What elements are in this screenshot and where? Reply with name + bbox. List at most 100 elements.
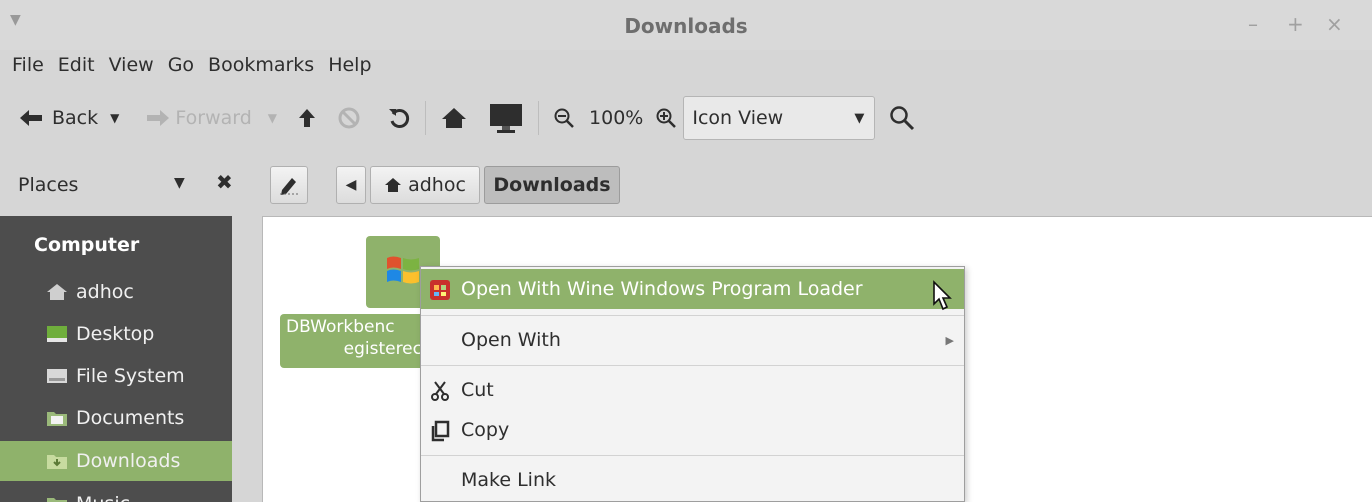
- search-icon: [890, 106, 915, 131]
- zoom-out-icon: [554, 108, 574, 128]
- sidebar: Computer adhoc Desktop File System Docum…: [0, 216, 232, 502]
- submenu-arrow-icon: ▶: [945, 333, 954, 347]
- drive-icon: [47, 369, 67, 383]
- menu-help[interactable]: Help: [328, 54, 371, 76]
- breadcrumb-label: Downloads: [493, 174, 611, 196]
- context-menu: Open With Wine Windows Program Loader Op…: [420, 266, 965, 502]
- menu-separator: [421, 455, 964, 456]
- stop-button[interactable]: [337, 106, 361, 130]
- sidebar-item-music[interactable]: Music: [0, 484, 232, 502]
- chevron-down-icon: ▼: [854, 110, 865, 126]
- menu-item-label: Open With: [461, 329, 561, 351]
- scissors-icon: [431, 381, 449, 401]
- toolbar: Back ▼ Forward ▼ 100% Icon View ▼: [0, 88, 1372, 148]
- maximize-button[interactable]: +: [1287, 12, 1304, 36]
- back-history-dropdown[interactable]: ▼: [110, 111, 119, 125]
- forward-label: Forward: [175, 107, 252, 129]
- computer-button[interactable]: [488, 102, 524, 134]
- close-sidebar-icon[interactable]: ✖: [216, 170, 233, 194]
- windows-executable-icon: [387, 256, 419, 284]
- folder-download-icon: [47, 455, 67, 469]
- sidebar-item-desktop[interactable]: Desktop: [0, 314, 232, 354]
- menu-separator: [421, 315, 964, 316]
- pane-divider[interactable]: [232, 216, 262, 502]
- menu-item-label: Open With Wine Windows Program Loader: [461, 278, 863, 300]
- menu-item-label: Make Link: [461, 469, 556, 491]
- menu-make-link[interactable]: Make Link: [421, 460, 964, 500]
- file-name-line: egisterec: [343, 339, 422, 359]
- home-icon: [442, 108, 467, 128]
- menu-bar: File Edit View Go Bookmarks Help: [0, 48, 386, 82]
- sidebar-item-label: Music: [76, 493, 130, 502]
- menu-go[interactable]: Go: [168, 54, 194, 76]
- forward-button[interactable]: Forward: [145, 107, 252, 129]
- toolbar-separator: [425, 101, 427, 135]
- reload-button[interactable]: [387, 106, 411, 130]
- sidebar-item-documents[interactable]: Documents: [0, 398, 232, 438]
- sidebar-item-file-system[interactable]: File System: [0, 356, 232, 396]
- sidebar-mode-label[interactable]: Places: [18, 174, 78, 196]
- zoom-out-button[interactable]: [553, 107, 575, 129]
- zoom-level: 100%: [589, 107, 644, 129]
- home-icon: [385, 178, 402, 192]
- back-arrow-icon: [20, 110, 42, 126]
- zoom-in-icon: [656, 108, 677, 128]
- forward-history-dropdown[interactable]: ▼: [268, 111, 277, 125]
- file-name-line: DBWorkbenc: [286, 317, 395, 337]
- sidebar-item-label: File System: [76, 365, 185, 387]
- sidebar-item-adhoc[interactable]: adhoc: [0, 272, 232, 312]
- copy-icon: [431, 420, 450, 442]
- folder-icon: [47, 412, 67, 426]
- back-button[interactable]: Back: [18, 107, 98, 129]
- mouse-pointer-icon: [933, 280, 952, 311]
- menu-open-with-wine[interactable]: Open With Wine Windows Program Loader: [421, 269, 964, 309]
- chevron-left-icon: ◀: [345, 177, 357, 193]
- folder-music-icon: [47, 498, 67, 502]
- breadcrumb-adhoc[interactable]: adhoc: [370, 166, 480, 204]
- monitor-icon: [490, 104, 523, 133]
- file-name-label[interactable]: DBWorkbenc egisterec: [280, 314, 430, 368]
- minimize-button[interactable]: –: [1248, 12, 1258, 36]
- sidebar-item-label: Desktop: [76, 323, 155, 345]
- view-mode-select[interactable]: Icon View ▼: [683, 96, 876, 140]
- sidebar-heading: Computer: [34, 234, 140, 256]
- menu-copy[interactable]: Copy: [421, 410, 964, 450]
- toolbar-separator: [538, 101, 540, 135]
- menu-cut[interactable]: Cut: [421, 370, 964, 410]
- menu-separator: [421, 365, 964, 366]
- menu-bookmarks[interactable]: Bookmarks: [208, 54, 314, 76]
- wine-icon: [430, 280, 450, 300]
- menu-edit[interactable]: Edit: [58, 54, 95, 76]
- sidebar-item-label: adhoc: [76, 281, 134, 303]
- view-mode-value: Icon View: [692, 107, 784, 129]
- window-title: Downloads: [624, 14, 748, 38]
- toggle-location-entry-button[interactable]: [270, 166, 308, 204]
- desktop-icon: [47, 326, 67, 342]
- breadcrumb-back-button[interactable]: ◀: [336, 166, 366, 204]
- reload-icon: [389, 109, 410, 128]
- menu-item-label: Cut: [461, 379, 494, 401]
- menu-file[interactable]: File: [12, 54, 44, 76]
- forward-arrow-icon: [147, 110, 170, 126]
- breadcrumb-downloads[interactable]: Downloads: [484, 166, 620, 204]
- home-button[interactable]: [440, 106, 468, 130]
- menu-view[interactable]: View: [109, 54, 154, 76]
- close-button[interactable]: ×: [1326, 12, 1343, 36]
- sidebar-item-label: Downloads: [76, 450, 181, 472]
- zoom-in-button[interactable]: [655, 107, 677, 129]
- sidebar-item-downloads[interactable]: Downloads: [0, 441, 232, 481]
- home-icon: [47, 284, 67, 300]
- title-bar: ▼ Downloads – + ×: [0, 0, 1372, 50]
- breadcrumb-label: adhoc: [408, 174, 466, 196]
- edit-pen-icon: [280, 178, 298, 195]
- location-bar: Places ▼ ✖ ◀ adhoc Downloads: [0, 156, 1372, 214]
- up-arrow-icon: [299, 109, 316, 127]
- chevron-down-icon[interactable]: ▼: [174, 175, 185, 191]
- menu-item-label: Copy: [461, 419, 510, 441]
- search-button[interactable]: [889, 105, 915, 131]
- stop-icon: [338, 107, 360, 129]
- menu-open-with[interactable]: Open With ▶: [421, 320, 964, 360]
- up-button[interactable]: [297, 107, 317, 129]
- back-label: Back: [52, 107, 99, 129]
- sidebar-item-label: Documents: [76, 407, 185, 429]
